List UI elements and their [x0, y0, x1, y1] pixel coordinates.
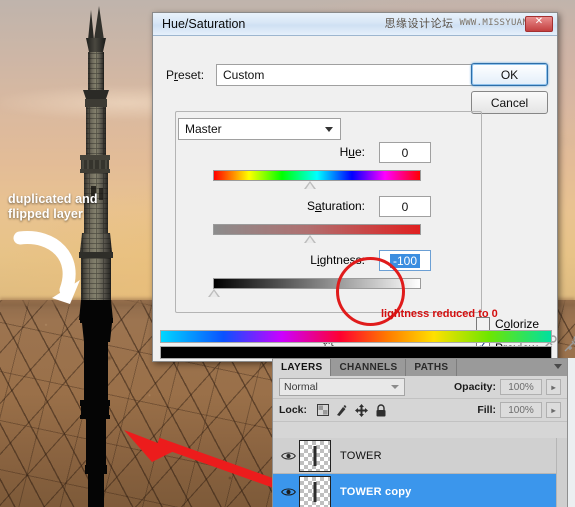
hue-slider-row: Hue: 0: [175, 142, 495, 196]
colorize-checkbox-box[interactable]: [476, 317, 490, 331]
flipped-tower-silhouette: [72, 300, 116, 507]
preset-label: Preset:: [166, 68, 205, 82]
tabs-filler: [457, 359, 567, 376]
lock-all-icon[interactable]: [375, 403, 387, 417]
lock-row: Lock: Fill: 100% ▸: [273, 399, 567, 422]
chevron-down-icon: [391, 385, 399, 389]
lock-label: Lock:: [279, 404, 308, 416]
input-spectrum-bar: [160, 330, 552, 343]
eye-icon[interactable]: [277, 487, 299, 497]
hue-value: 0: [401, 145, 409, 160]
opacity-group: Opacity: 100% ▸: [454, 379, 561, 395]
lightness-value: -100: [389, 253, 421, 268]
dialog-titlebar[interactable]: Hue/Saturation 思缘设计论坛 WWW.MISSYUAN.COM: [153, 13, 557, 36]
tab-channels[interactable]: CHANNELS: [331, 359, 407, 376]
panel-menu-icon[interactable]: [554, 364, 562, 369]
layer-thumbnail[interactable]: [299, 475, 331, 507]
lock-transparent-pixels-icon[interactable]: [317, 404, 330, 416]
opacity-label: Opacity:: [453, 381, 496, 393]
lock-position-icon[interactable]: [355, 403, 369, 417]
hue-saturation-dialog: Hue/Saturation 思缘设计论坛 WWW.MISSYUAN.COM P…: [152, 12, 575, 362]
dialog-title: Hue/Saturation: [162, 17, 246, 31]
preset-value: Custom: [223, 68, 265, 82]
eye-icon[interactable]: [277, 451, 299, 461]
fill-group: Fill: 100% ▸: [477, 402, 561, 418]
opacity-stepper-icon[interactable]: ▸: [546, 379, 561, 395]
layer-list: TOWER TOWER copy: [273, 438, 557, 507]
lightness-slider-thumb[interactable]: [208, 289, 220, 297]
blend-mode-row: Normal Opacity: 100% ▸: [273, 376, 567, 399]
saturation-label: Saturation:: [306, 199, 365, 213]
layer-name: TOWER: [340, 449, 382, 462]
tab-layers[interactable]: LAYERS: [273, 359, 332, 376]
preset-dropdown[interactable]: Custom: [216, 64, 491, 86]
eyedropper-plus-icon: [564, 335, 575, 352]
chevron-down-icon: [325, 127, 333, 132]
lock-icons-group: [317, 403, 387, 417]
ok-button[interactable]: OK: [471, 63, 548, 86]
opacity-value[interactable]: 100%: [500, 379, 542, 395]
fill-label: Fill:: [477, 404, 496, 416]
panel-tabs: LAYERS CHANNELS PATHS: [273, 359, 567, 376]
cancel-label: Cancel: [490, 95, 529, 110]
saturation-value-input[interactable]: 0: [379, 196, 431, 217]
layer-list-scrollbar[interactable]: [556, 438, 567, 507]
curved-arrow-icon: [8, 228, 94, 314]
layer-row-tower[interactable]: TOWER: [273, 438, 557, 474]
tab-paths[interactable]: PATHS: [406, 359, 458, 376]
ok-label: OK: [500, 67, 519, 82]
hue-slider-thumb[interactable]: [304, 181, 316, 189]
saturation-value: 0: [401, 199, 409, 214]
lock-image-pixels-icon[interactable]: [336, 404, 348, 416]
cancel-button[interactable]: Cancel: [471, 91, 548, 114]
lightness-slider-row: Lightness: -100: [175, 250, 495, 304]
channel-dropdown[interactable]: Master: [178, 118, 341, 140]
dialog-body: Preset: Custom OK Cancel Master Hue: 0 S…: [153, 36, 575, 362]
colorize-label: Colorize: [495, 317, 540, 331]
annotation-duplicated-flipped: duplicated and flipped layer: [8, 192, 98, 222]
blend-mode-dropdown[interactable]: Normal: [279, 378, 405, 396]
hue-value-input[interactable]: 0: [379, 142, 431, 163]
watermark-cn: 思缘设计论坛: [384, 18, 454, 30]
hue-label: Hue:: [339, 145, 365, 159]
layers-panel: LAYERS CHANNELS PATHS Normal Opacity: 10…: [272, 358, 568, 507]
silhouette-svg: [79, 300, 113, 507]
layer-row-tower-copy[interactable]: TOWER copy: [273, 474, 557, 507]
annotation-line-1: duplicated and: [8, 192, 98, 206]
hue-slider-track[interactable]: [213, 170, 421, 181]
screenshot-root: duplicated and flipped layer Hue/Saturat…: [0, 0, 575, 507]
channel-value: Master: [185, 122, 222, 136]
annotation-line-2: flipped layer: [8, 207, 83, 221]
saturation-slider-thumb[interactable]: [304, 235, 316, 243]
fill-value[interactable]: 100%: [500, 402, 542, 418]
saturation-slider-track[interactable]: [213, 224, 421, 235]
layer-thumbnail[interactable]: [299, 439, 331, 472]
colorize-checkbox[interactable]: Colorize: [476, 317, 539, 331]
close-icon[interactable]: [525, 16, 553, 32]
layer-name: TOWER copy: [340, 485, 412, 498]
fill-stepper-icon[interactable]: ▸: [546, 402, 561, 418]
blend-mode-value: Normal: [284, 381, 318, 393]
saturation-slider-row: Saturation: 0: [175, 196, 495, 250]
